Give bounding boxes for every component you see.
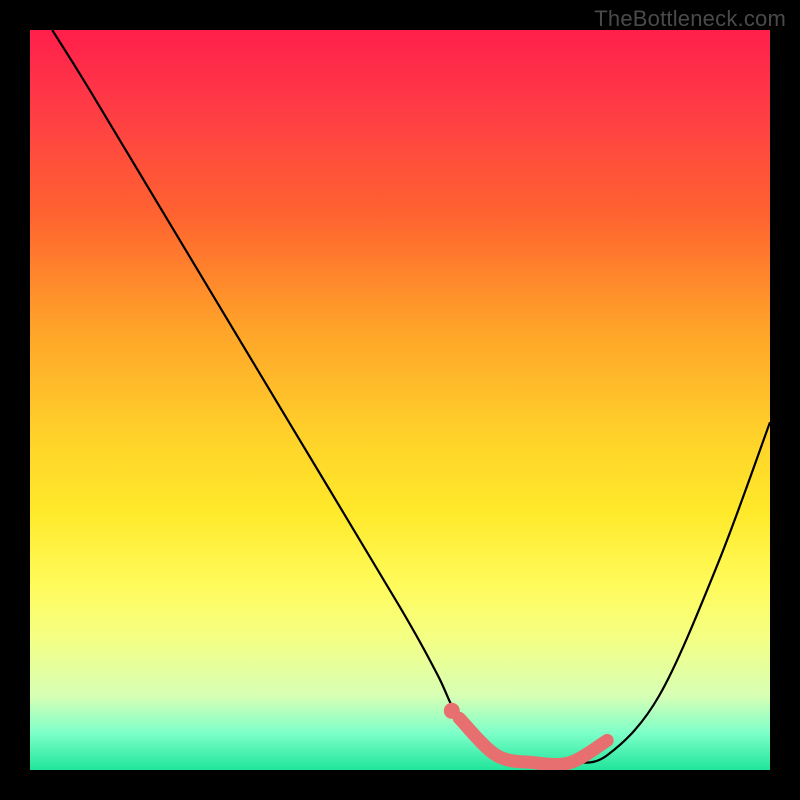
chart-frame: TheBottleneck.com <box>0 0 800 800</box>
bottleneck-curve <box>52 30 770 764</box>
watermark-text: TheBottleneck.com <box>594 6 786 32</box>
highlight-start-dot <box>444 703 460 719</box>
optimal-range-highlight <box>459 718 607 764</box>
chart-svg <box>30 30 770 770</box>
